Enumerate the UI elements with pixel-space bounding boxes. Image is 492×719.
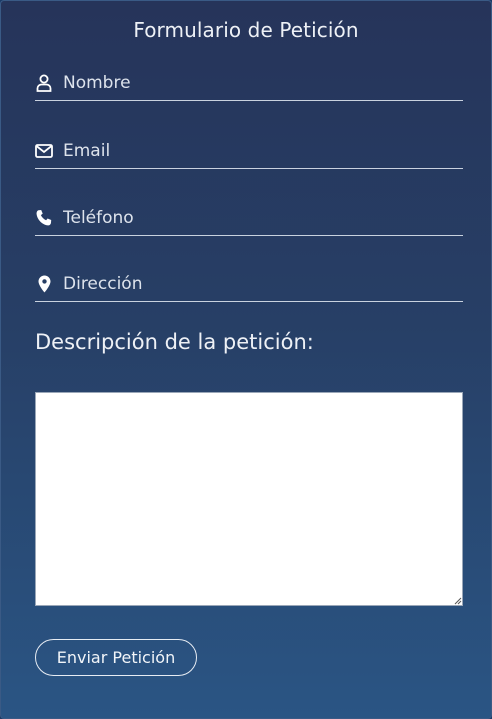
description-textarea[interactable]	[35, 392, 463, 606]
name-field	[35, 66, 463, 101]
user-icon	[35, 74, 53, 92]
email-input[interactable]	[53, 136, 463, 166]
description-label: Descripción de la petición:	[35, 330, 314, 354]
map-pin-icon	[35, 275, 53, 293]
address-input[interactable]	[53, 269, 463, 299]
phone-field	[35, 201, 463, 236]
address-field	[35, 267, 463, 302]
email-field	[35, 134, 463, 169]
form-title: Formulario de Petición	[133, 18, 359, 42]
request-form-card: Formulario de Petición Nombre Email Telé…	[0, 0, 492, 719]
name-input[interactable]	[53, 68, 463, 98]
submit-button[interactable]: Enviar Petición	[35, 639, 197, 676]
envelope-icon	[35, 142, 53, 160]
phone-icon	[35, 209, 53, 227]
resize-grip-icon[interactable]	[452, 595, 462, 605]
phone-input[interactable]	[53, 203, 463, 233]
